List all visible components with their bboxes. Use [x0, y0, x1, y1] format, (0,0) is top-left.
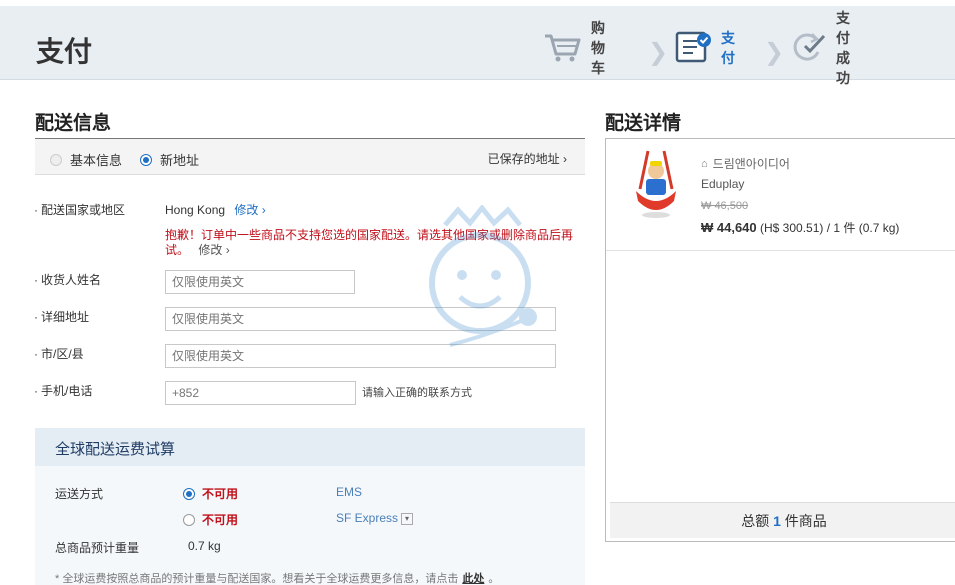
- chevron-right-icon: ❯: [764, 38, 785, 66]
- country-error-message: 抱歉！订单中一些商品不支持您选的国家配送。请选其他国家或删除商品后再试。 修改 …: [165, 228, 575, 258]
- chevron-right-icon: ❯: [648, 38, 669, 66]
- seller-label: 드림앤아이디어: [712, 157, 790, 171]
- city-label: 市/区/县: [34, 345, 84, 362]
- shipping-method-label: 运送方式: [55, 487, 104, 501]
- ems-status: 不可用: [202, 487, 239, 501]
- chevron-right-icon: ›: [563, 152, 567, 166]
- step-cart-label: 购物车: [591, 20, 605, 76]
- step-payment-label: 支付: [721, 30, 735, 66]
- phone-hint: 请输入正确的联系方式: [362, 387, 472, 399]
- step-success-label: 支付成功: [836, 10, 850, 86]
- shipping-estimate-header: 全球配送运费试算: [35, 428, 585, 466]
- address-label: 详细地址: [34, 308, 89, 325]
- total-suffix: 件商品: [784, 513, 827, 529]
- shipping-footnote: * 全球运费按照总商品的预计重量与配送国家。想看关于全球运费更多信息，请点击 此处…: [55, 570, 499, 585]
- product-brand: Eduplay: [701, 177, 745, 191]
- original-price: ₩ 46,500: [701, 200, 749, 212]
- total-prefix: 总额: [741, 513, 770, 529]
- tab-new-address[interactable]: 新地址: [140, 150, 199, 169]
- country-name: Hong Kong: [165, 203, 226, 217]
- shipping-info-title: 配送信息: [35, 113, 112, 134]
- chevron-down-icon[interactable]: ▾: [401, 512, 414, 525]
- home-icon: ⌂: [701, 157, 708, 170]
- total-count: 1: [773, 513, 781, 529]
- tab-basic-info-label: 基本信息: [70, 153, 123, 168]
- phone-label: 手机/电话: [34, 382, 92, 399]
- recipient-name-label: 收货人姓名: [34, 271, 101, 288]
- footnote-here-link[interactable]: 此处: [462, 573, 484, 585]
- hkd-price: (H$ 300.51): [760, 221, 824, 235]
- quantity-weight: / 1 件 (0.7 kg): [826, 221, 900, 235]
- sf-express-status: 不可用: [202, 513, 239, 527]
- step-cart: 购物车: [543, 20, 605, 76]
- country-modify-link[interactable]: 修改 ›: [234, 203, 265, 217]
- shopping-cart-icon: [543, 30, 583, 67]
- radio-ems[interactable]: [183, 487, 195, 500]
- sale-price: ₩ 44,640: [701, 220, 757, 235]
- footnote-end: 。: [488, 573, 500, 585]
- error-modify-link[interactable]: 修改 ›: [198, 243, 229, 257]
- radio-basic-info[interactable]: [50, 153, 62, 166]
- product-item: ⌂ 드림앤아이디어 Eduplay ₩ 46,500 ₩ 44,640 (H$ …: [606, 139, 955, 251]
- recipient-name-input[interactable]: [165, 270, 355, 294]
- price-line: ₩ 44,640 (H$ 300.51) / 1 件 (0.7 kg): [701, 219, 899, 236]
- shipping-option-sf-express[interactable]: 不可用: [183, 511, 238, 528]
- delivery-details-title: 配送详情: [605, 113, 682, 134]
- total-weight-value: 0.7 kg: [188, 539, 221, 553]
- saved-address-link[interactable]: 已保存的地址 ›: [488, 150, 567, 167]
- tab-basic-info[interactable]: 基本信息: [50, 150, 122, 169]
- shipping-estimate-title: 全球配送运费试算: [55, 441, 176, 458]
- product-image[interactable]: [626, 149, 686, 221]
- address-tabs: 基本信息 新地址 已保存的地址 ›: [35, 139, 585, 175]
- shipping-estimate-body: 运送方式 不可用 EMS 不可用 SF Express ▾ 总商品预计重量 0.7…: [35, 466, 585, 585]
- seller-name[interactable]: ⌂ 드림앤아이디어: [701, 155, 790, 172]
- address-input[interactable]: [165, 307, 556, 331]
- tab-new-address-label: 新地址: [160, 153, 200, 168]
- footnote-text: * 全球运费按照总商品的预计重量与配送国家。想看关于全球运费更多信息，请点击: [55, 573, 459, 585]
- carrier-sf-express[interactable]: SF Express ▾: [336, 511, 414, 525]
- delivery-details-panel: ⌂ 드림앤아이디어 Eduplay ₩ 46,500 ₩ 44,640 (H$ …: [605, 138, 955, 542]
- radio-new-address[interactable]: [140, 153, 152, 166]
- step-success: 支付成功: [790, 10, 850, 86]
- step-payment: 支付: [675, 28, 735, 68]
- phone-input[interactable]: [165, 381, 356, 405]
- checklist-icon: [675, 30, 713, 67]
- carrier-ems: EMS: [336, 485, 363, 499]
- modify-label: 修改: [234, 203, 259, 217]
- page-header: 支付 购物车 ❯ 支付 ❯ 支付成功: [0, 0, 955, 86]
- country-value: Hong Kong 修改 ›: [165, 201, 266, 218]
- city-input[interactable]: [165, 344, 556, 368]
- country-label: 配送国家或地区: [34, 201, 125, 218]
- sf-express-label: SF Express: [336, 511, 399, 525]
- saved-address-label: 已保存的地址: [487, 152, 560, 166]
- radio-sf-express[interactable]: [183, 513, 195, 526]
- refresh-check-icon: [790, 30, 828, 67]
- modify-label: 修改: [198, 243, 223, 257]
- shipping-option-ems[interactable]: 不可用: [183, 485, 238, 502]
- order-total-bar: 总额 1 件商品: [610, 502, 955, 538]
- total-weight-label: 总商品预计重量: [55, 541, 140, 555]
- page-title: 支付: [36, 36, 93, 67]
